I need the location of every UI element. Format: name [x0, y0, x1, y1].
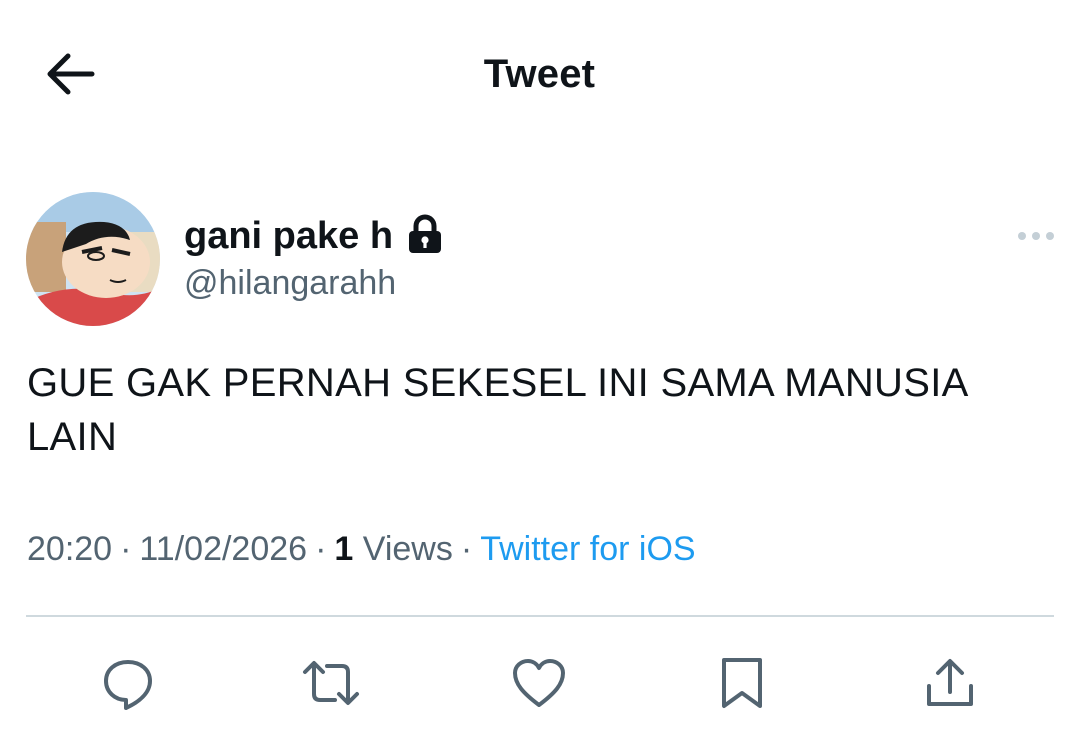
reply-button[interactable] [93, 650, 163, 720]
retweet-icon [301, 656, 361, 715]
page-title: Tweet [483, 52, 596, 96]
more-options-button[interactable] [1014, 226, 1058, 246]
like-icon [511, 657, 567, 714]
tweet-date: 11/02/2026 [139, 530, 308, 568]
separator: · [315, 530, 327, 568]
separator: · [120, 530, 132, 568]
views-label: Views [362, 530, 453, 568]
top-bar: Tweet [0, 0, 1079, 150]
like-button[interactable] [504, 650, 574, 720]
bookmark-icon [718, 656, 766, 715]
source-link[interactable]: Twitter for iOS [480, 530, 695, 568]
tweet-time: 20:20 [27, 530, 113, 568]
share-icon [923, 656, 977, 715]
retweet-button[interactable] [296, 650, 366, 720]
lock-icon [407, 214, 443, 259]
divider [26, 615, 1054, 617]
tweet-meta: 20:20 · 11/02/2026 · 1 Views · Twitter for iOS [27, 530, 696, 569]
display-name: gani pake h [184, 214, 394, 257]
reply-icon [101, 656, 155, 715]
more-icon [1014, 232, 1058, 250]
avatar[interactable] [26, 192, 160, 326]
action-bar [0, 650, 1079, 720]
separator: · [460, 530, 473, 568]
user-handle[interactable]: @hilangarahh [184, 264, 396, 303]
views-count: 1 [334, 530, 354, 568]
tweet-text: GUE GAK PERNAH SEKESEL INI SAMA MANUSIA … [27, 361, 967, 459]
bookmark-button[interactable] [707, 650, 777, 720]
author-name-row[interactable]: gani pake h [184, 212, 443, 260]
share-button[interactable] [915, 650, 985, 720]
